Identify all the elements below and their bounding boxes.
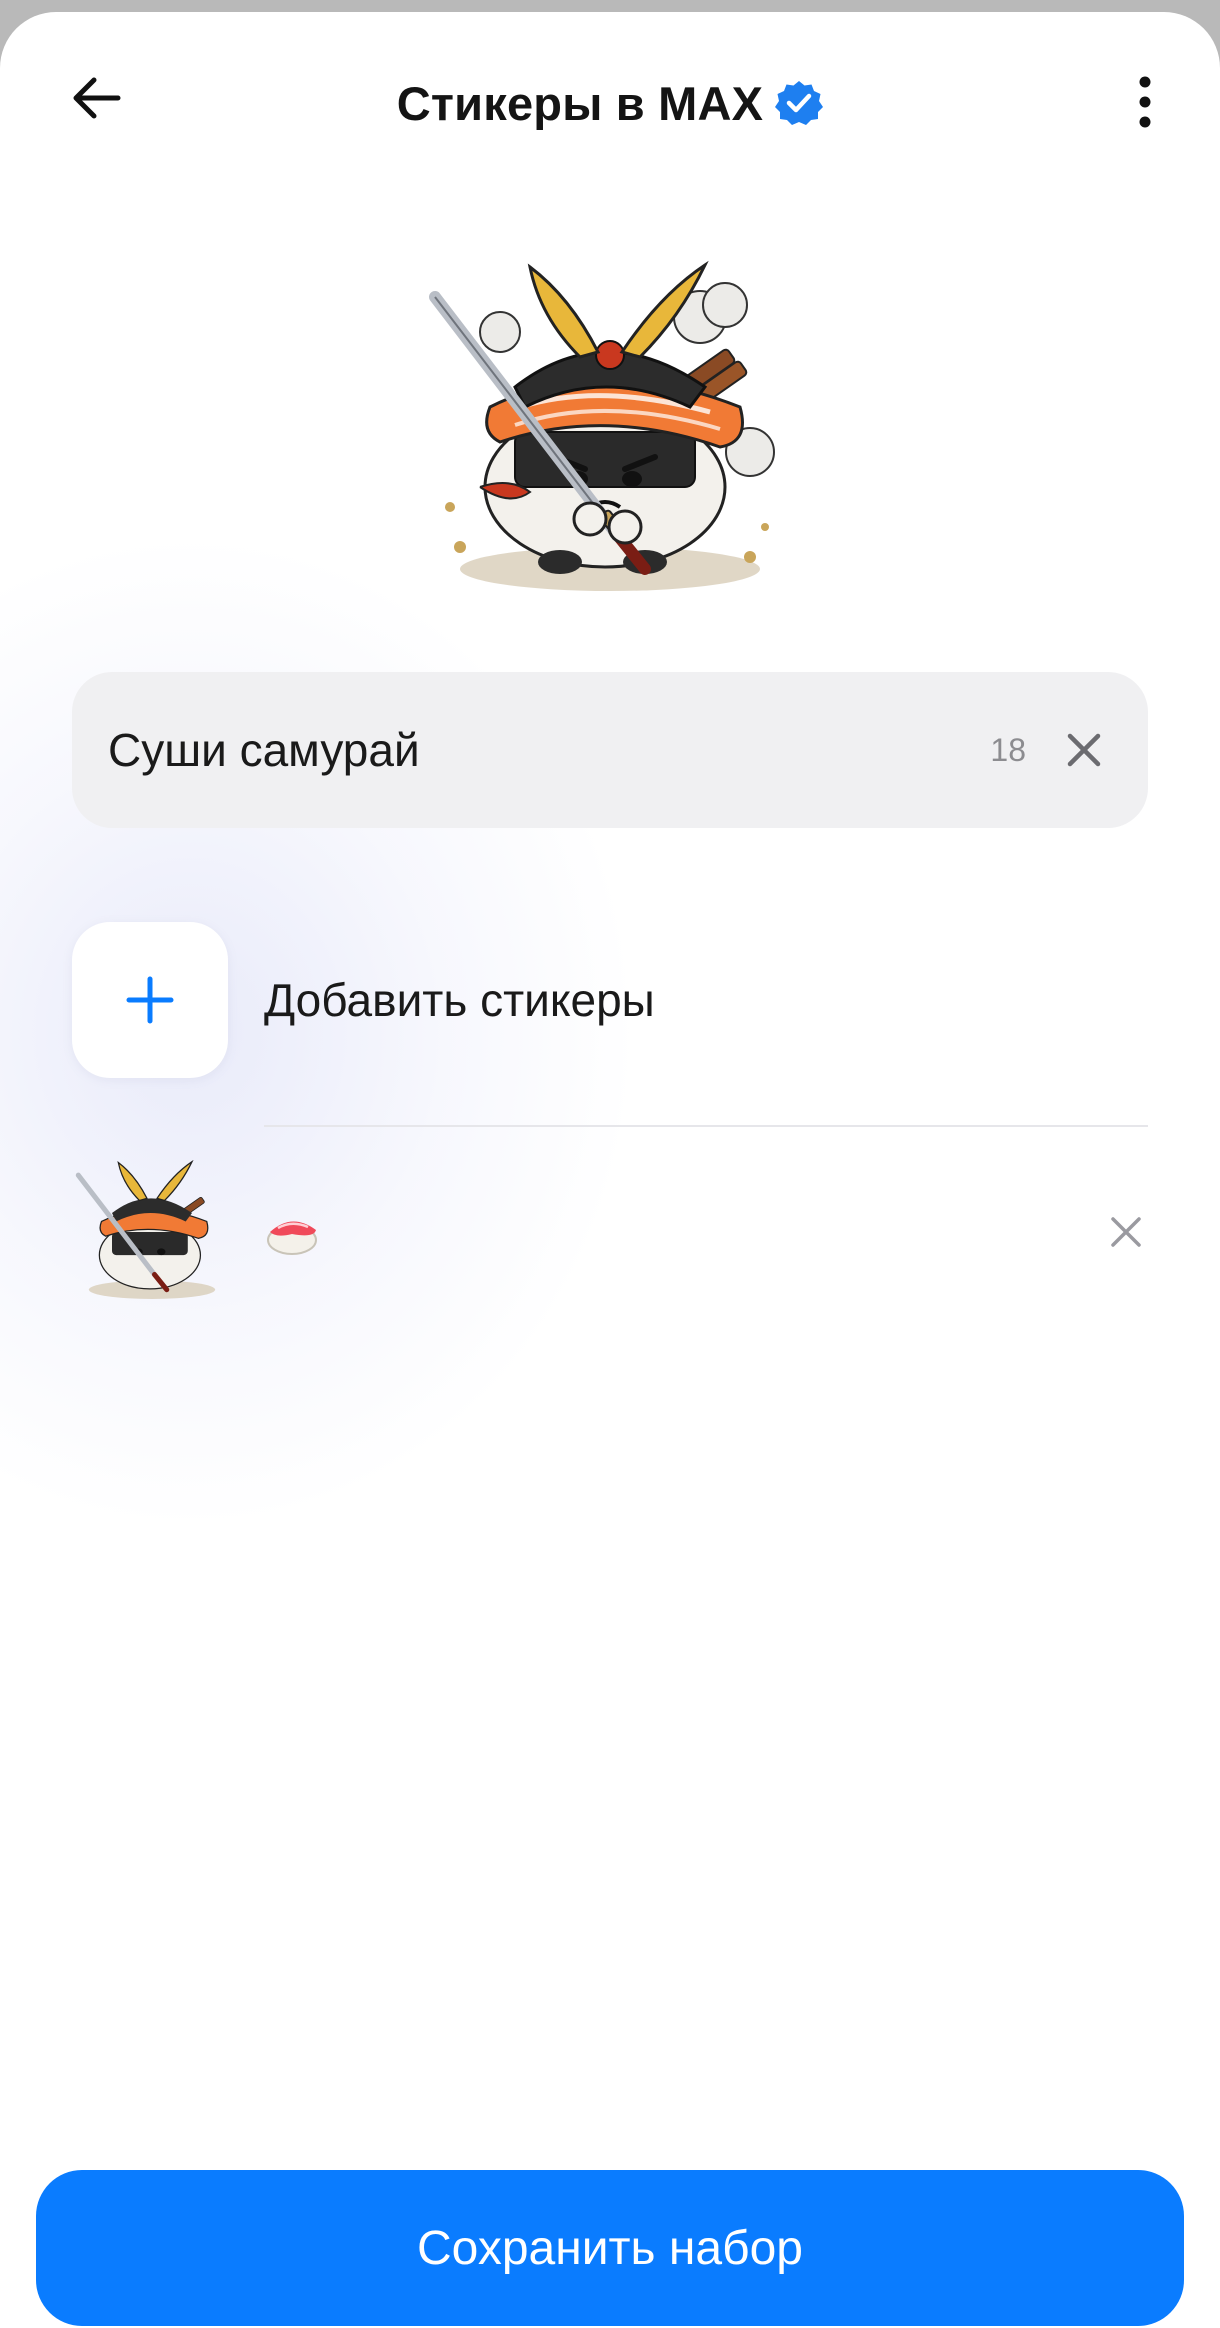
sushi-samurai-sticker (429, 260, 775, 591)
plus-icon (126, 976, 174, 1024)
sticker-set-cover (420, 257, 800, 607)
clear-name-button[interactable] (1060, 726, 1108, 774)
char-counter: 18 (990, 731, 1026, 768)
add-stickers-button[interactable] (72, 922, 228, 1078)
verified-badge-icon (775, 79, 824, 127)
close-icon (1067, 733, 1101, 767)
page-title: Стикеры в MAX (396, 76, 764, 130)
more-vertical-icon (1139, 76, 1151, 128)
header-title-group: Стикеры в MAX (0, 68, 1220, 138)
sushi-emoji-icon (267, 1221, 317, 1255)
add-stickers-row[interactable]: Добавить стикеры (72, 922, 1148, 1078)
sticker-set-sheet: Стикеры в MAX Суши самурай 18 Добавить с… (0, 12, 1220, 2328)
remove-sticker-button[interactable] (1104, 1210, 1148, 1254)
save-set-button[interactable]: Сохранить набор (36, 2170, 1184, 2326)
divider (264, 1125, 1148, 1127)
more-options-button[interactable] (1110, 62, 1180, 142)
sticker-thumbnail[interactable] (72, 1152, 232, 1312)
set-name-field[interactable]: 18 (72, 672, 1148, 828)
close-icon (1111, 1217, 1141, 1247)
sticker-list-item[interactable] (72, 1152, 1148, 1312)
add-stickers-label: Добавить стикеры (264, 974, 655, 1026)
set-name-input[interactable] (108, 723, 991, 777)
